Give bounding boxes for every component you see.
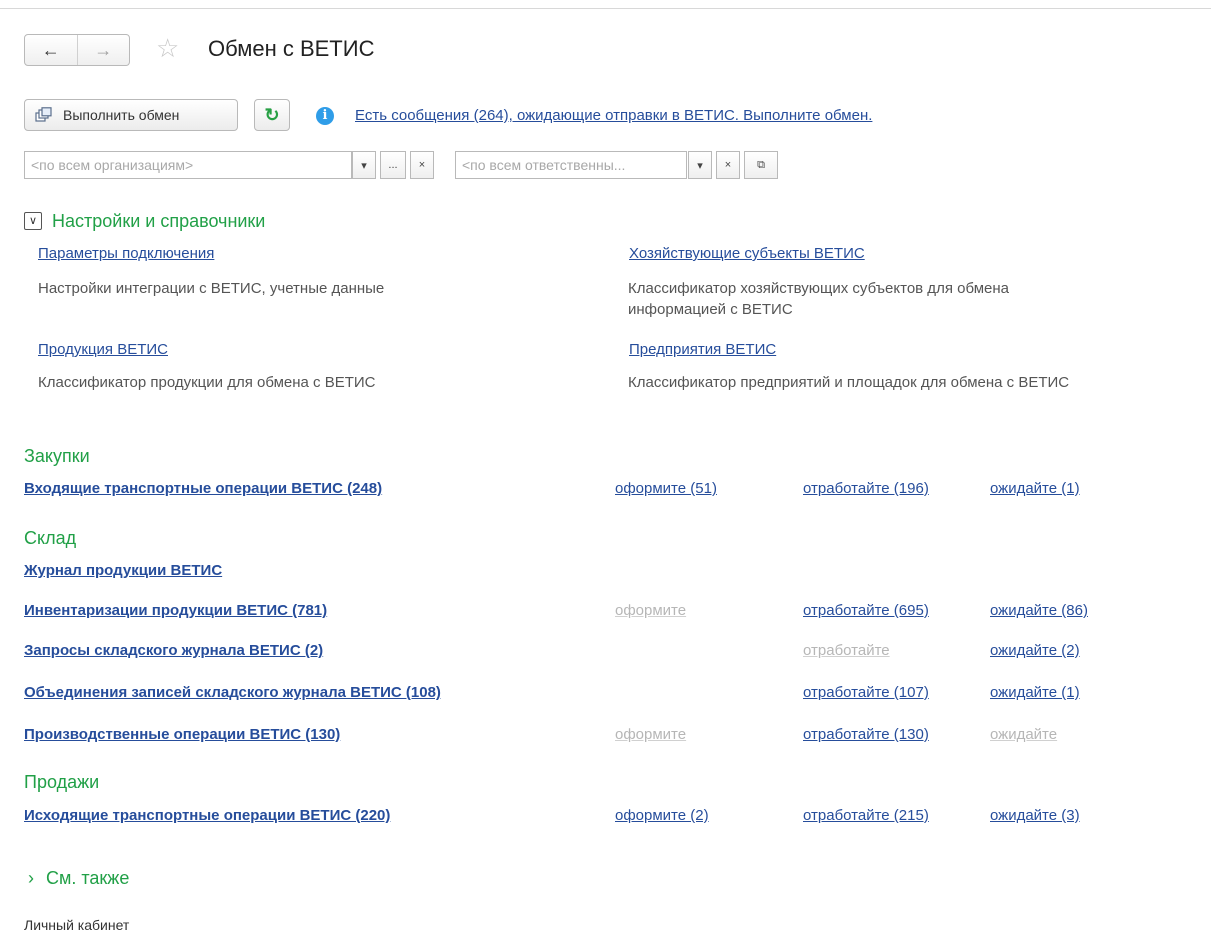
back-button[interactable]: ←: [25, 35, 77, 65]
connection-params-link[interactable]: Параметры подключения: [38, 245, 214, 262]
refresh-button[interactable]: ↻: [254, 99, 290, 131]
journal-merges-link[interactable]: Объединения записей складского журнала В…: [24, 684, 441, 701]
arrow-left-icon: ←: [41, 39, 60, 60]
forward-button[interactable]: →: [76, 35, 130, 65]
organization-filter[interactable]: [24, 151, 352, 179]
vetis-products-desc: Классификатор продукции для обмена с ВЕТ…: [38, 374, 376, 391]
see-also-chevron-icon[interactable]: ›: [28, 868, 34, 889]
collapse-toggle-icon[interactable]: ∨: [24, 212, 42, 230]
inventory-make-link: оформите: [615, 602, 687, 619]
production-ops-link[interactable]: Производственные операции ВЕТИС (130): [24, 726, 340, 743]
business-entities-desc-line2: информацией с ВЕТИС: [628, 301, 793, 318]
outgoing-wait-link[interactable]: ожидайте (3): [990, 807, 1080, 824]
ellipsis-icon: ...: [388, 159, 398, 171]
responsible-filter[interactable]: [455, 151, 687, 179]
inventory-wait-link[interactable]: ожидайте (86): [990, 602, 1088, 619]
outgoing-transport-ops-link[interactable]: Исходящие транспортные операции ВЕТИС (2…: [24, 807, 390, 824]
run-exchange-label: Выполнить обмен: [63, 107, 180, 123]
organization-select-button[interactable]: ...: [380, 151, 406, 179]
exchange-icon: [35, 107, 53, 123]
top-divider: [0, 8, 1211, 9]
responsible-clear-button[interactable]: ×: [716, 151, 740, 179]
production-wait-link: ожидайте: [990, 726, 1058, 743]
incoming-transport-ops-link[interactable]: Входящие транспортные операции ВЕТИС (24…: [24, 480, 382, 497]
journal-requests-wait-link[interactable]: ожидайте (2): [990, 642, 1080, 659]
journal-requests-process-link: отработайте: [803, 642, 890, 659]
nav-buttons: ← →: [24, 34, 130, 66]
outgoing-process-link[interactable]: отработайте (215): [803, 807, 929, 824]
vetis-enterprises-link[interactable]: Предприятия ВЕТИС: [629, 341, 776, 358]
incoming-wait-link[interactable]: ожидайте (1): [990, 480, 1080, 497]
info-icon: i: [316, 107, 334, 125]
warehouse-section-title: Склад: [24, 528, 77, 548]
favorite-star-icon[interactable]: ☆: [156, 33, 179, 63]
see-also-title[interactable]: См. также: [46, 868, 129, 889]
arrow-right-icon: →: [94, 39, 113, 60]
run-exchange-button[interactable]: Выполнить обмен: [24, 99, 238, 131]
business-entities-link[interactable]: Хозяйствующие субъекты ВЕТИС: [629, 245, 865, 262]
production-process-link[interactable]: отработайте (130): [803, 726, 929, 743]
production-make-link: оформите: [615, 726, 687, 743]
personal-cabinet-link[interactable]: Личный кабинет: [24, 917, 129, 933]
incoming-make-link[interactable]: оформите (51): [615, 480, 717, 497]
refresh-icon: ↻: [264, 104, 280, 125]
sales-section-title: Продажи: [24, 772, 100, 792]
incoming-process-link[interactable]: отработайте (196): [803, 480, 929, 497]
journal-merges-process-link[interactable]: отработайте (107): [803, 684, 929, 701]
inventory-link[interactable]: Инвентаризации продукции ВЕТИС (781): [24, 602, 327, 619]
organization-clear-button[interactable]: ×: [410, 151, 434, 179]
chevron-down-icon: ▾: [361, 159, 367, 172]
page-title: Обмен с ВЕТИС: [208, 36, 375, 61]
product-journal-link[interactable]: Журнал продукции ВЕТИС: [24, 562, 222, 579]
settings-section-title[interactable]: Настройки и справочники: [52, 211, 265, 232]
connection-params-desc: Настройки интеграции с ВЕТИС, учетные да…: [38, 280, 385, 297]
journal-requests-link[interactable]: Запросы складского журнала ВЕТИС (2): [24, 642, 323, 659]
journal-merges-wait-link[interactable]: ожидайте (1): [990, 684, 1080, 701]
organization-dropdown-button[interactable]: ▾: [352, 151, 376, 179]
inventory-process-link[interactable]: отработайте (695): [803, 602, 929, 619]
organization-input[interactable]: [25, 156, 351, 174]
vetis-enterprises-desc: Классификатор предприятий и площадок для…: [628, 374, 1070, 391]
close-icon: ×: [418, 159, 426, 171]
responsible-open-button[interactable]: ⧉: [744, 151, 778, 179]
outgoing-make-link[interactable]: оформите (2): [615, 807, 709, 824]
responsible-input[interactable]: [456, 156, 686, 174]
vetis-products-link[interactable]: Продукция ВЕТИС: [38, 341, 168, 358]
close-icon: ×: [724, 159, 732, 171]
pending-messages-link[interactable]: Есть сообщения (264), ожидающие отправки…: [355, 107, 872, 124]
open-window-icon: ⧉: [757, 158, 765, 171]
chevron-down-icon: ▾: [697, 159, 703, 172]
responsible-dropdown-button[interactable]: ▾: [688, 151, 712, 179]
business-entities-desc: Классификатор хозяйствующих субъектов дл…: [628, 280, 1009, 297]
purchases-section-title: Закупки: [24, 446, 90, 466]
